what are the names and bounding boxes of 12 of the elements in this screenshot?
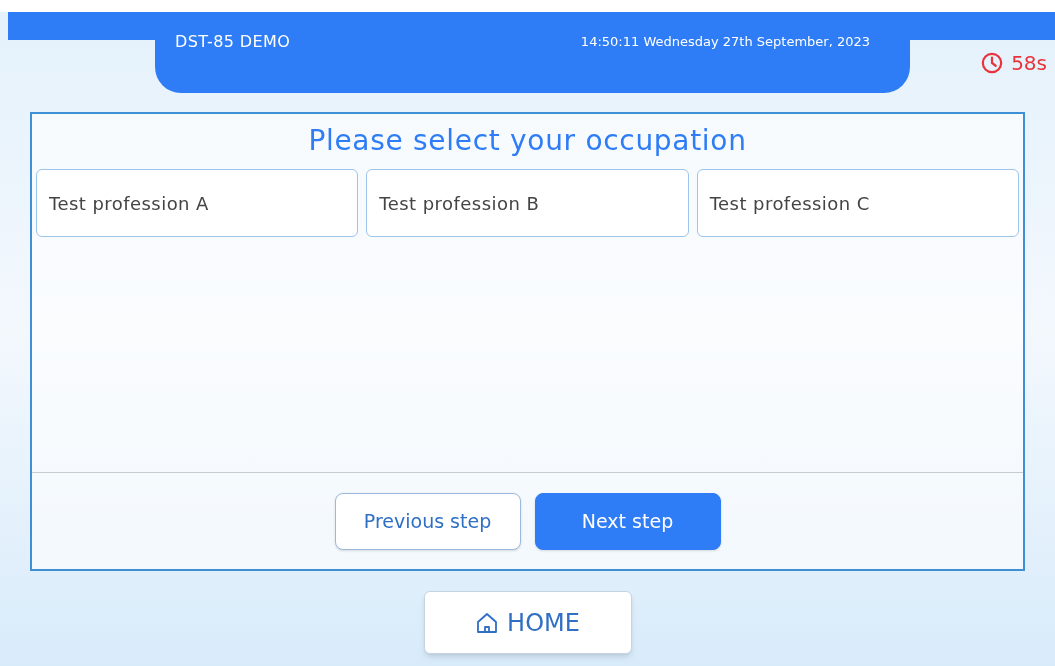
panel-title: Please select your occupation [307, 123, 748, 159]
clock-icon [981, 52, 1004, 74]
home-button[interactable]: HOME [423, 591, 632, 654]
countdown-timer: 58s [1011, 50, 1047, 77]
date-time: 14:50:11 Wednesday 27th September, 2023 [580, 33, 870, 51]
app-title: DST-85 DEMO [175, 31, 291, 53]
occupation-option[interactable]: Test profession B [366, 169, 689, 237]
next-button[interactable]: Next step [534, 492, 721, 550]
previous-button[interactable]: Previous step [334, 492, 521, 550]
home-icon [475, 610, 500, 635]
occupation-option[interactable]: Test profession C [696, 169, 1019, 237]
occupation-option[interactable]: Test profession A [36, 169, 359, 237]
